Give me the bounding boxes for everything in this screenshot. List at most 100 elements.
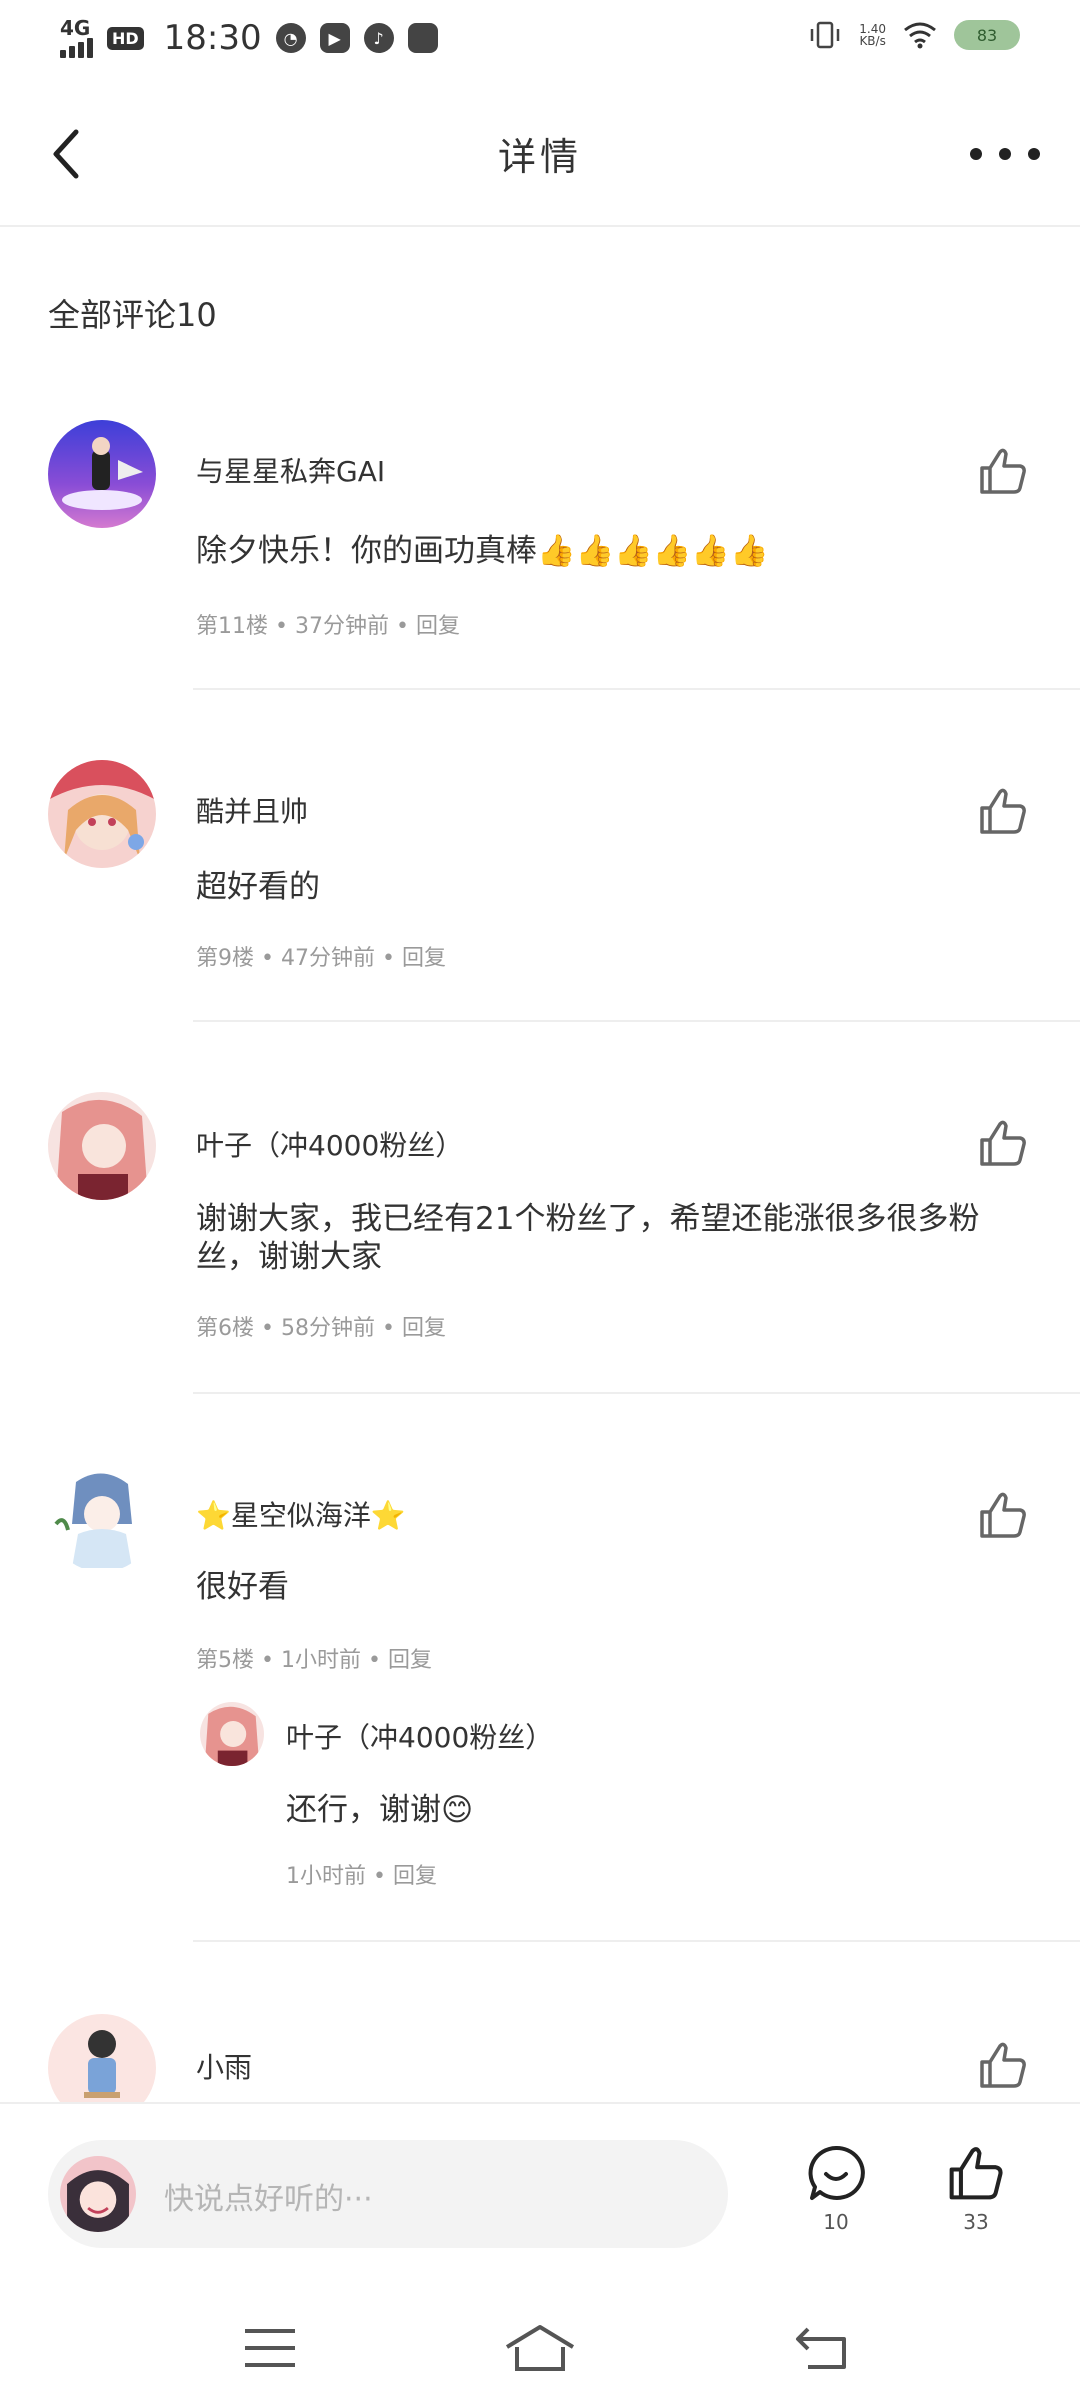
comment-item: 酷并且帅 超好看的 第9楼 • 47分钟前 • 回复 [0, 760, 1080, 1022]
comment-author[interactable]: 叶子（冲4000粉丝） [196, 1124, 463, 1164]
comment-meta: 第11楼 • 37分钟前 • 回复 [196, 608, 460, 640]
meta-dot: • [381, 1316, 402, 1341]
reply-avatar[interactable] [200, 1702, 264, 1766]
meta-dot: • [275, 614, 295, 639]
divider [193, 1940, 1080, 1942]
reply-link[interactable]: 回复 [393, 1864, 437, 1889]
app-square-icon [407, 23, 438, 53]
reply-author[interactable]: 叶子（冲4000粉丝） [286, 1716, 553, 1756]
network-type: 4G [60, 16, 91, 40]
comment-time: 58分钟前 [280, 1316, 375, 1341]
comment-input-bar: 快说点好听的··· 10 33 [0, 2102, 1080, 2284]
more-button[interactable] [970, 134, 1040, 174]
reply-time: 1小时前 [286, 1864, 366, 1889]
comment-floor: 第6楼 [196, 1316, 254, 1341]
reply-link[interactable]: 回复 [416, 614, 460, 639]
video-app-icon: ▶ [319, 23, 350, 53]
avatar[interactable] [48, 760, 156, 868]
battery-icon: 83 [954, 20, 1020, 50]
speed-app-icon: ◔ [275, 23, 306, 53]
home-button[interactable] [500, 2318, 580, 2378]
avatar-image [48, 760, 156, 868]
avatar-image [200, 1702, 264, 1766]
meta-dot: • [261, 1648, 281, 1673]
home-icon [505, 2325, 575, 2371]
return-icon [796, 2327, 846, 2369]
divider [193, 1392, 1080, 1394]
signal-group: 4G [60, 18, 93, 58]
comment-text: 超好看的 [196, 869, 320, 905]
wifi-icon [904, 22, 936, 49]
meta-dot: • [367, 1648, 388, 1673]
comment-floor: 第11楼 [196, 614, 268, 639]
audio-app-icon: ♪ [363, 23, 394, 53]
user-avatar [60, 2156, 136, 2232]
speed-unit: KB/s [859, 34, 886, 48]
comment-button[interactable]: 10 [796, 2144, 876, 2234]
menu-button[interactable] [230, 2318, 310, 2378]
comment-text: 很好看 [196, 1569, 289, 1605]
vibrate-icon [811, 21, 840, 49]
like-button[interactable]: 33 [936, 2144, 1016, 2234]
input-placeholder: 快说点好听的··· [164, 2182, 373, 2217]
reply-meta: 1小时前 • 回复 [286, 1858, 437, 1890]
meta-dot: • [261, 1316, 281, 1341]
thumbs-up-icon [949, 2147, 1003, 2200]
thumbs-up-icon[interactable] [978, 786, 1028, 836]
reply-link[interactable]: 回复 [388, 1648, 432, 1673]
meta-dot: • [395, 614, 416, 639]
network-speed: 1.40 KB/s [859, 23, 886, 47]
page-title: 详情 [497, 135, 582, 179]
avatar[interactable] [48, 2014, 156, 2102]
like-count: 33 [963, 2210, 989, 2234]
reply-link[interactable]: 回复 [402, 946, 446, 971]
thumbs-up-icon[interactable] [978, 1490, 1028, 1540]
thumbs-up-icon[interactable] [978, 1118, 1028, 1168]
avatar[interactable] [48, 1464, 156, 1572]
comment-item: 与星星私奔GAI 除夕快乐！你的画功真棒👍👍👍👍👍👍 第11楼 • 37分钟前 … [0, 420, 1080, 690]
return-button[interactable] [782, 2318, 862, 2378]
avatar-image [48, 1092, 156, 1200]
comment-count: 10 [823, 2210, 849, 2234]
hd-badge: HD [107, 26, 144, 50]
comment-item: 小雨 [0, 2010, 1080, 2102]
reply-text: 还行，谢谢😊 [286, 1792, 474, 1828]
meta-dot: • [261, 946, 281, 971]
comment-meta: 第9楼 • 47分钟前 • 回复 [196, 940, 446, 972]
comment-time: 1小时前 [280, 1648, 361, 1673]
avatar-image [48, 420, 156, 528]
comment-author[interactable]: 小雨 [196, 2046, 252, 2086]
top-header: 详情 [0, 80, 1080, 227]
thumbs-up-icon[interactable] [978, 446, 1028, 496]
more-icon-dot [970, 148, 982, 160]
comments-section-title: 全部评论10 [48, 296, 217, 334]
thumbs-up-icon[interactable] [978, 2040, 1028, 2090]
comment-item: 叶子（冲4000粉丝） 谢谢大家，我已经有21个粉丝了，希望还能涨很多很多粉丝，… [0, 1092, 1080, 1394]
avatar-image [48, 1464, 156, 1572]
more-icon-dot [1028, 148, 1040, 160]
divider [193, 1020, 1080, 1022]
meta-dot: • [381, 946, 402, 971]
comment-item: ⭐星空似海洋⭐ 很好看 第5楼 • 1小时前 • 回复 叶子（冲4000粉丝） … [0, 1464, 1080, 1942]
signal-icon [60, 38, 93, 58]
status-bar: 4G HD 18:30 ◔ ▶ ♪ 1.40 KB/s 83 [0, 0, 1080, 80]
comment-author[interactable]: 酷并且帅 [196, 790, 308, 830]
system-nav-bar [0, 2282, 1080, 2408]
comment-bubble-icon [808, 2145, 865, 2200]
avatar[interactable] [48, 1092, 156, 1200]
comment-author[interactable]: 与星星私奔GAI [196, 450, 385, 490]
reply-link[interactable]: 回复 [402, 1316, 446, 1341]
status-right: 1.40 KB/s 83 [807, 20, 1020, 50]
status-left: 4G HD 18:30 ◔ ▶ ♪ [60, 18, 438, 58]
comment-meta: 第6楼 • 58分钟前 • 回复 [196, 1310, 446, 1342]
comment-time: 47分钟前 [280, 946, 375, 971]
divider [193, 688, 1080, 690]
comment-time: 37分钟前 [294, 614, 389, 639]
avatar-image [60, 2156, 136, 2232]
comment-floor: 第9楼 [196, 946, 254, 971]
comment-text: 除夕快乐！你的画功真棒👍👍👍👍👍👍 [196, 533, 769, 569]
comment-input[interactable]: 快说点好听的··· [48, 2140, 728, 2248]
comment-author[interactable]: ⭐星空似海洋⭐ [196, 1494, 406, 1534]
avatar[interactable] [48, 420, 156, 528]
comment-floor: 第5楼 [196, 1648, 254, 1673]
